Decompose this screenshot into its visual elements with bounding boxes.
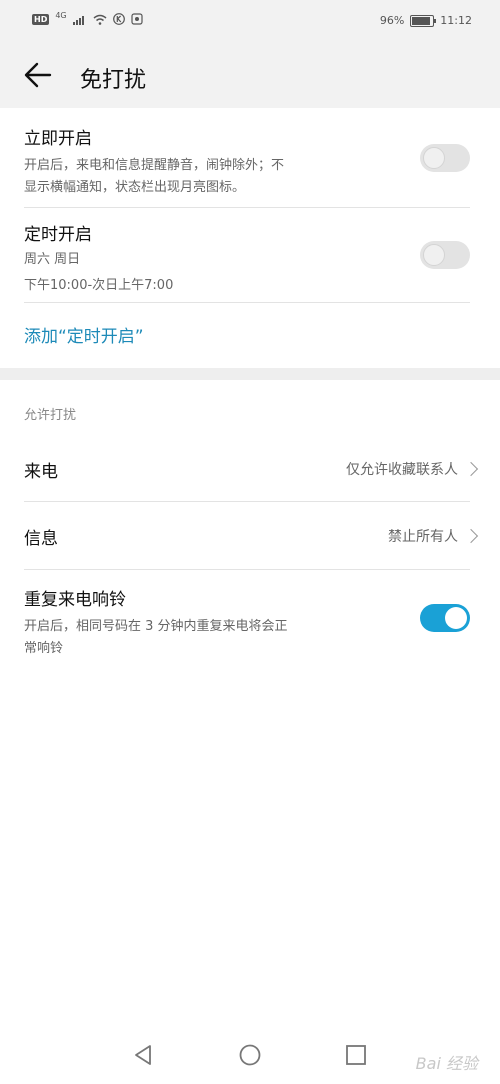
scheduled-toggle[interactable]: [420, 241, 470, 269]
k-circle-icon: [112, 13, 125, 25]
page-title: 免打扰: [80, 68, 147, 93]
calls-value: 仅允许收藏联系人: [346, 462, 458, 478]
messages-value: 禁止所有人: [388, 529, 458, 545]
divider: [24, 302, 470, 303]
chevron-right-icon: [463, 528, 479, 544]
square-recents-icon[interactable]: [345, 1044, 367, 1066]
app-header: 免打扰: [0, 42, 500, 108]
battery-icon: [410, 14, 437, 27]
scheduled-row[interactable]: 定时开启 周六 周日 下午10:00-次日上午7:00: [24, 220, 476, 297]
repeat-calls-title: 重复来电响铃: [24, 590, 126, 610]
app-notification-icon: [131, 13, 143, 25]
immediate-desc-line1: 开启后，来电和信息提醒静音，闹钟除外；不: [24, 158, 285, 173]
back-arrow-icon[interactable]: [22, 58, 56, 92]
clock: 11:12: [440, 14, 472, 27]
immediate-toggle[interactable]: [420, 144, 470, 172]
repeat-calls-toggle[interactable]: [420, 604, 470, 632]
scheduled-title: 定时开启: [24, 225, 92, 245]
immediate-desc-line2: 显示横幅通知，状态栏出现月亮图标。: [24, 180, 246, 195]
add-schedule-link[interactable]: 添加“定时开启”: [24, 322, 476, 347]
network-type: 4G: [55, 10, 67, 20]
system-nav-bar: Bai 经验: [0, 1028, 500, 1084]
section-label: 允许打扰: [24, 408, 77, 423]
toggle-knob: [445, 607, 467, 629]
allow-section: 允许打扰 来电 仅允许收藏联系人 信息 禁止所有人 重复来电响铃 开启后，相同号…: [0, 380, 500, 680]
watermark: Bai 经验: [415, 1054, 478, 1073]
status-right: 96% 11:12: [380, 14, 472, 27]
circle-home-icon[interactable]: [239, 1044, 261, 1066]
scheduled-time-range: 下午10:00-次日上午7:00: [24, 278, 174, 293]
divider: [24, 501, 470, 502]
toggle-knob: [423, 244, 445, 266]
divider: [24, 569, 470, 570]
status-left: HD 4G: [32, 10, 143, 25]
toggle-knob: [423, 147, 445, 169]
immediate-title: 立即开启: [24, 129, 92, 149]
section-gap: [0, 368, 500, 380]
divider: [24, 207, 470, 208]
calls-setting[interactable]: 仅允许收藏联系人: [346, 459, 479, 479]
messages-setting[interactable]: 禁止所有人: [388, 526, 479, 546]
scheduled-days: 周六 周日: [24, 252, 81, 267]
battery-percent: 96%: [379, 14, 405, 27]
immediate-row[interactable]: 立即开启 开启后，来电和信息提醒静音，闹钟除外；不 显示横幅通知，状态栏出现月亮…: [24, 124, 476, 199]
repeat-calls-row[interactable]: 重复来电响铃 开启后，相同号码在 3 分钟内重复来电将会正 常响铃: [24, 585, 476, 660]
repeat-calls-desc-line2: 常响铃: [24, 641, 64, 656]
battery-fill: [412, 16, 430, 25]
signal-icon: [72, 15, 84, 25]
wifi-icon: [93, 14, 107, 25]
hd-badge: HD: [32, 13, 50, 25]
triangle-back-icon[interactable]: [132, 1044, 154, 1066]
dnd-mode-card: 立即开启 开启后，来电和信息提醒静音，闹钟除外；不 显示横幅通知，状态栏出现月亮…: [0, 108, 500, 368]
repeat-calls-desc-line1: 开启后，相同号码在 3 分钟内重复来电将会正: [24, 619, 288, 634]
status-bar: HD 4G 96% 11:12: [0, 0, 500, 42]
chevron-right-icon: [463, 461, 479, 477]
